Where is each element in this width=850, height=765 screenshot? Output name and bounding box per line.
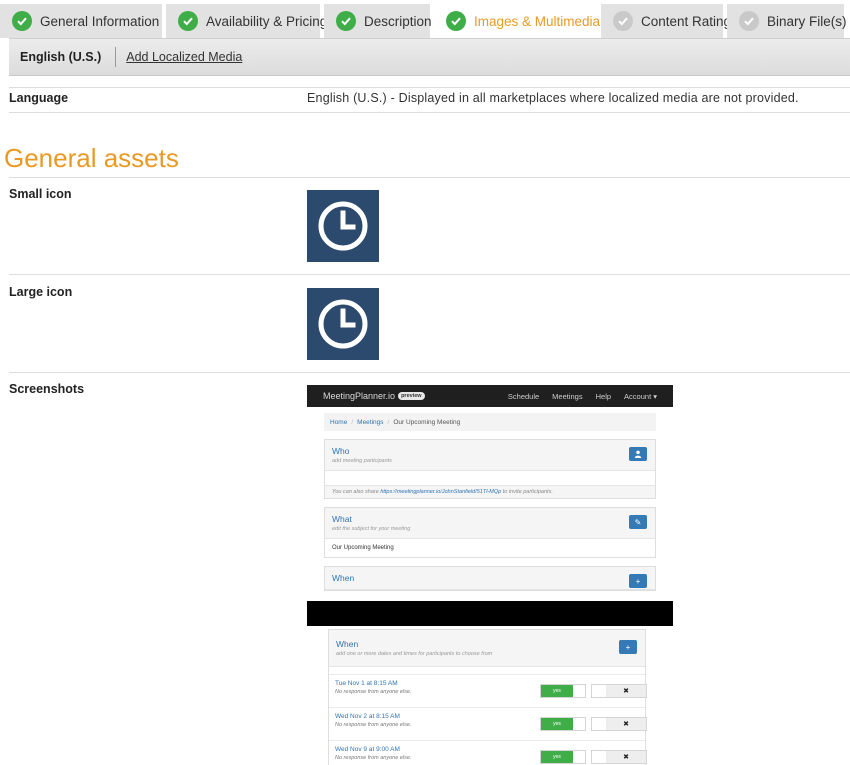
tab-binary-files[interactable]: Binary File(s): [727, 4, 847, 38]
mp-crumb-item: Our Upcoming Meeting: [393, 418, 461, 426]
mp-card-subtitle: add meeting participants: [332, 458, 392, 464]
tab-label: General Information: [40, 13, 160, 29]
divider: [9, 112, 850, 113]
mp-navbar: MeetingPlanner.io preview Schedule Meeti…: [307, 385, 673, 407]
mp-card-subtitle: edit the subject for your meeting: [332, 526, 411, 532]
divider: [9, 87, 850, 88]
close-icon: ✖: [606, 685, 646, 697]
close-icon: ✖: [606, 751, 646, 763]
tab-label: Description: [364, 13, 432, 29]
mp-no-toggle: ✖: [591, 684, 647, 698]
mp-no-toggle: ✖: [591, 717, 647, 731]
mp-no-toggle: ✖: [591, 750, 647, 764]
mp-when-row: Wed Nov 9 at 9:00 AM No response from an…: [329, 741, 647, 765]
mp-card-subtitle: add one or more dates and times for part…: [336, 651, 493, 657]
mp-card-title: When: [336, 639, 359, 649]
language-value: English (U.S.) - Displayed in all market…: [307, 91, 799, 105]
thumbs-up-icon: yes: [541, 751, 573, 763]
mp-who-card: Who add meeting participants You can als…: [324, 439, 656, 499]
mp-card-title: Who: [332, 446, 350, 456]
check-circle-icon: [613, 11, 633, 31]
tab-bar: General Information Availability & Prici…: [0, 0, 850, 38]
mp-crumb-item: Meetings: [357, 418, 384, 426]
mp-nav-item: Account ▾: [624, 391, 657, 401]
divider: [9, 274, 850, 275]
mp-nav-item: Schedule: [507, 391, 540, 401]
divider: [9, 177, 850, 178]
small-icon-label: Small icon: [9, 187, 72, 201]
pencil-icon: ✎: [629, 515, 647, 529]
mp-brand: MeetingPlanner.io: [323, 391, 396, 401]
plus-icon: +: [629, 574, 647, 588]
mp-badge: preview: [398, 392, 425, 400]
large-icon-image[interactable]: [307, 288, 379, 360]
tab-images-multimedia[interactable]: Images & Multimedia: [434, 4, 601, 38]
check-circle-icon: [446, 11, 466, 31]
close-icon: ✖: [606, 718, 646, 730]
section-title-general-assets: General assets: [4, 143, 179, 173]
mp-when-row: Wed Nov 2 at 8:15 AM No response from an…: [329, 708, 647, 741]
tab-content-rating[interactable]: Content Rating: [601, 4, 731, 38]
divider: [9, 372, 850, 373]
mp-when-card-partial: When +: [324, 566, 656, 591]
screenshots-label: Screenshots: [9, 382, 85, 396]
screenshot-2[interactable]: When add one or more dates and times for…: [307, 626, 673, 765]
mp-yes-toggle: yes: [540, 717, 586, 731]
mp-card-title: What: [332, 514, 352, 524]
screenshot-1[interactable]: MeetingPlanner.io preview Schedule Meeti…: [307, 385, 673, 591]
tab-description[interactable]: Description: [324, 4, 432, 38]
add-localized-media-link[interactable]: Add Localized Media: [126, 50, 242, 64]
user-icon: [629, 447, 647, 461]
mp-yes-toggle: yes: [540, 750, 586, 764]
clock-icon: [318, 299, 368, 349]
clock-icon: [318, 201, 368, 251]
check-circle-icon: [12, 11, 32, 31]
tab-label: Images & Multimedia: [474, 13, 601, 29]
mp-card-body: Our Upcoming Meeting: [332, 545, 394, 551]
language-label: Language: [9, 91, 69, 105]
screenshot-separator: [307, 601, 673, 626]
thumbs-up-icon: yes: [541, 718, 573, 730]
tab-label: Binary File(s): [767, 13, 847, 29]
tab-general-information[interactable]: General Information: [0, 4, 162, 38]
current-locale[interactable]: English (U.S.): [9, 47, 117, 67]
locale-bar: English (U.S.) Add Localized Media: [9, 38, 850, 76]
thumbs-up-icon: yes: [541, 685, 573, 697]
mp-nav-item: Help: [595, 391, 612, 401]
tab-label: Content Rating: [641, 13, 732, 29]
mp-what-card: What edit the subject for your meeting ✎…: [324, 507, 656, 558]
plus-icon: +: [619, 640, 637, 654]
tab-availability-pricing[interactable]: Availability & Pricing: [166, 4, 327, 38]
mp-crumb-item: Home: [330, 418, 348, 426]
mp-when-row: Tue Nov 1 at 8:15 AM No response from an…: [329, 675, 647, 708]
mp-when-card: When add one or more dates and times for…: [328, 629, 647, 765]
mp-share-note: You can also share https://meetingplanne…: [325, 485, 655, 498]
small-icon-image[interactable]: [307, 190, 379, 262]
large-icon-label: Large icon: [9, 285, 73, 299]
check-circle-icon: [336, 11, 356, 31]
mp-nav-item: Meetings: [552, 391, 583, 401]
tab-label: Availability & Pricing: [206, 13, 328, 29]
check-circle-icon: [178, 11, 198, 31]
mp-card-title: When: [332, 573, 355, 583]
check-circle-icon: [739, 11, 759, 31]
mp-yes-toggle: yes: [540, 684, 586, 698]
mp-breadcrumb: Home / Meetings / Our Upcoming Meeting: [324, 413, 656, 431]
